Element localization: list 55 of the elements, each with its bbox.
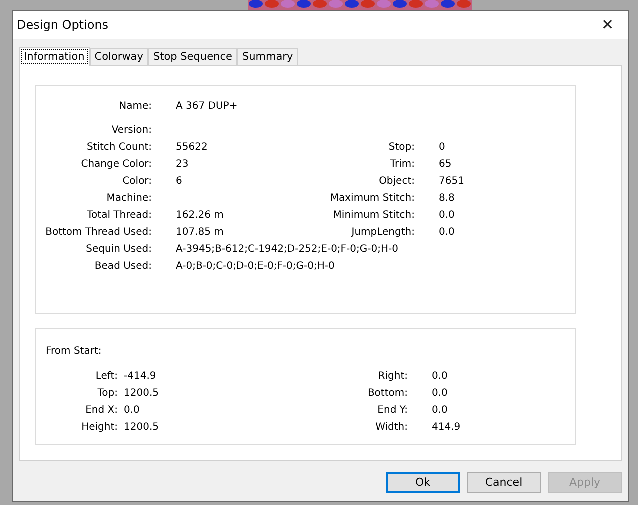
field-label: Minimum Stitch: — [332, 209, 415, 223]
field-label: Stitch Count: — [86, 141, 152, 155]
field-label: Maximum Stitch: — [329, 192, 415, 206]
field-label: JumpLength: — [350, 226, 415, 240]
field-value: 65 — [438, 158, 453, 172]
tab[interactable]: Stop Sequence — [148, 48, 238, 65]
field-value: A 367 DUP+ — [175, 100, 239, 114]
field-label: Height: — [80, 421, 118, 435]
field-value: 414.9 — [431, 421, 462, 435]
field-label: Color: — [122, 175, 152, 189]
field-label: Stop: — [388, 141, 415, 155]
field-label: Bottom: — [366, 387, 408, 401]
field-value: 6 — [175, 175, 184, 189]
field-value: A-3945;B-612;C-1942;D-252;E-0;F-0;G-0;H-0 — [175, 243, 400, 257]
tab[interactable]: Colorway — [90, 48, 148, 65]
field-value: 8.8 — [438, 192, 456, 206]
field-label: Bead Used: — [94, 260, 152, 274]
field-label: Change Color: — [80, 158, 152, 172]
field-value: 0.0 — [431, 370, 449, 384]
field-value: 0.0 — [431, 387, 449, 401]
field-value: -414.9 — [123, 370, 158, 384]
field-value: 7651 — [438, 175, 466, 189]
window-title: Design Options — [17, 18, 109, 32]
field-label: Sequin Used: — [85, 243, 152, 257]
field-label: Total Thread: — [86, 209, 152, 223]
field-label: Machine: — [106, 192, 152, 206]
field-value: 55622 — [175, 141, 209, 155]
field-label: Name: — [118, 100, 152, 114]
field-value: 162.26 m — [175, 209, 225, 223]
field-value: 0.0 — [123, 404, 141, 418]
field-value: A-0;B-0;C-0;D-0;E-0;F-0;G-0;H-0 — [175, 260, 336, 274]
dialog-button[interactable]: Ok — [386, 472, 460, 493]
field-value: 0.0 — [438, 209, 456, 223]
field-value: 0 — [438, 141, 446, 155]
field-label: Width: — [374, 421, 408, 435]
tab[interactable]: Summary — [237, 48, 298, 65]
field-value: 107.85 m — [175, 226, 225, 240]
field-value: 1200.5 — [123, 421, 160, 435]
group-title: From Start: — [46, 346, 102, 357]
field-value: 1200.5 — [123, 387, 160, 401]
field-value: 23 — [175, 158, 190, 172]
field-label: End Y: — [376, 404, 408, 418]
field-label: Bottom Thread Used: — [44, 226, 152, 240]
field-label: Object: — [378, 175, 415, 189]
field-value: 0.0 — [438, 226, 456, 240]
field-value: 0.0 — [431, 404, 449, 418]
field-label: End X: — [84, 404, 118, 418]
dialog-button[interactable]: Cancel — [467, 472, 541, 493]
field-label: Right: — [377, 370, 408, 384]
field-label: Version: — [110, 124, 152, 138]
field-label: Left: — [94, 370, 118, 384]
field-label: Top: — [96, 387, 118, 401]
close-button[interactable]: ✕ — [588, 11, 628, 39]
tab[interactable]: Information — [19, 47, 90, 66]
field-label: Trim: — [389, 158, 415, 172]
